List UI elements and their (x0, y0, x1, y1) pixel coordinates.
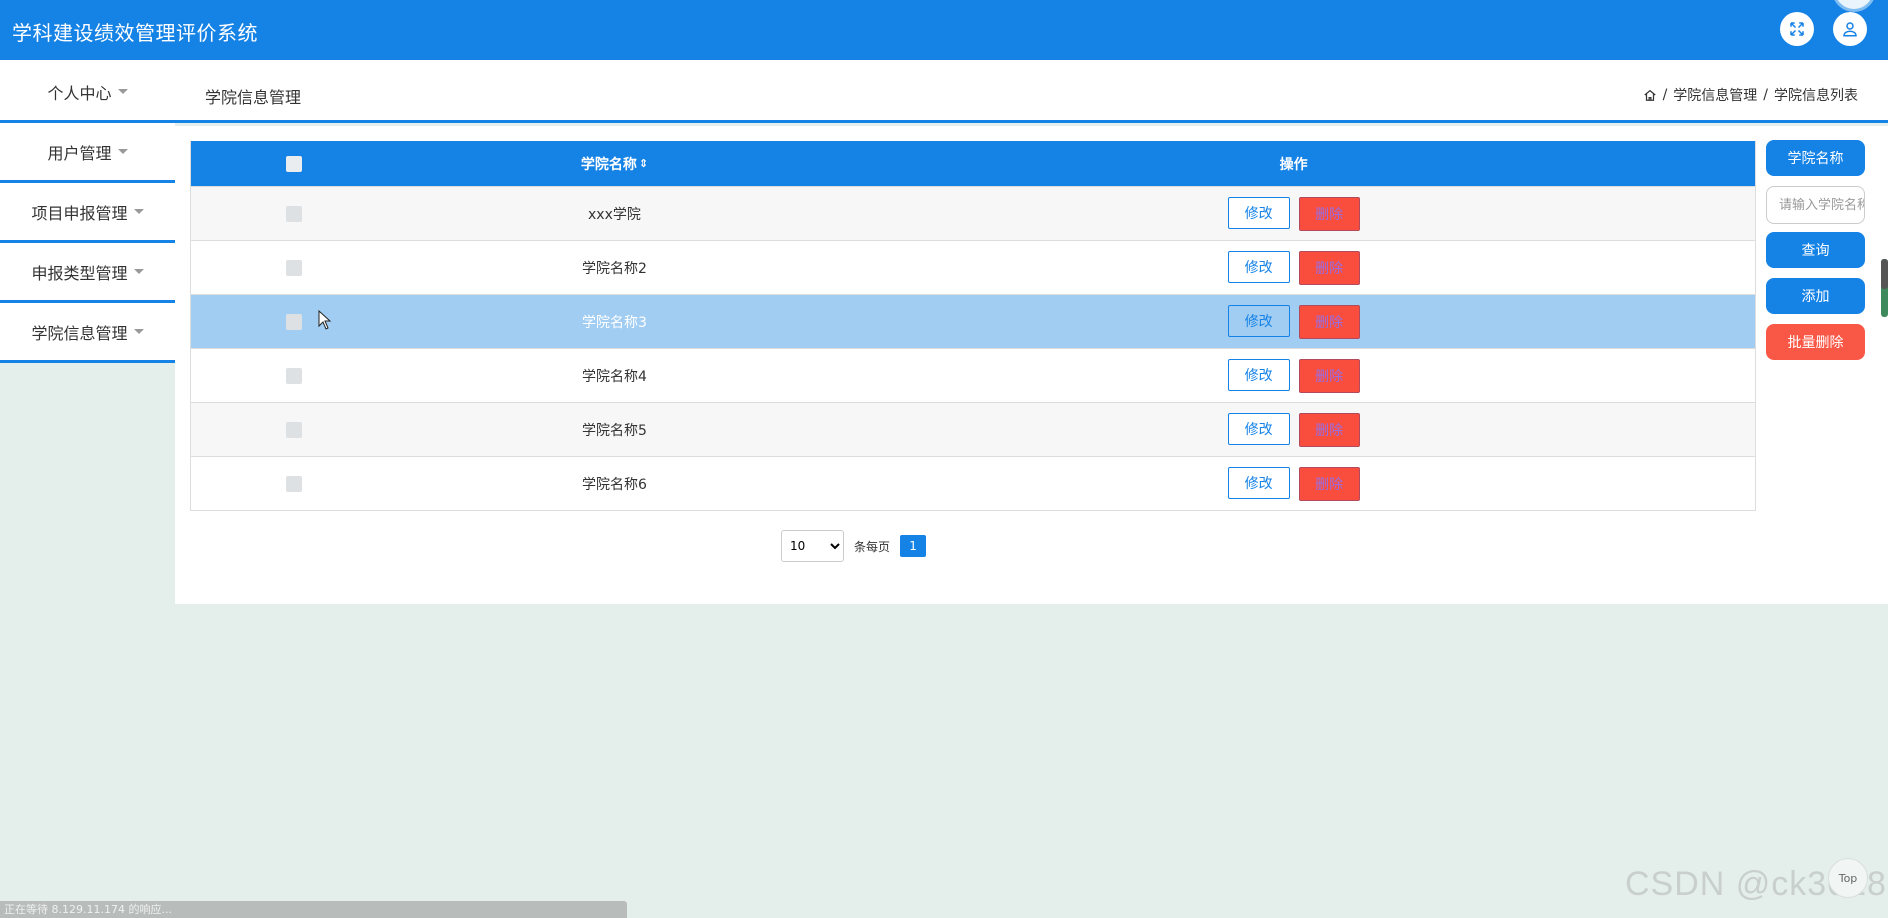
row-checkbox[interactable] (285, 259, 302, 276)
fullscreen-icon (1790, 22, 1804, 36)
edit-button[interactable]: 修改 (1227, 358, 1290, 391)
pagination: 10 条每页 1 (781, 530, 927, 562)
sidebar: 个人中心 用户管理 项目申报管理 申报类型管理 学院信息管理 (0, 60, 175, 363)
sidebar-item-label: 申报类型管理 (31, 263, 128, 283)
delete-button[interactable]: 删除 (1298, 358, 1360, 393)
page-scrollbar[interactable] (1881, 259, 1888, 317)
sub-header: 学院信息管理 / 学院信息管理 / 学院信息列表 (0, 60, 1888, 123)
edit-button[interactable]: 修改 (1227, 250, 1290, 283)
breadcrumb-item-college-management[interactable]: 学院信息管理 (1673, 85, 1757, 105)
college-table: 学院名称 ⇕ 操作 xxx学院 修改 删除 学院名称2 修改 删除 学院名称3 修… (190, 141, 1756, 511)
browser-status-bar: 正在等待 8.129.11.174 的响应... (0, 901, 627, 918)
row-checkbox[interactable] (285, 313, 302, 330)
row-checkbox[interactable] (285, 421, 302, 438)
table-row: 学院名称6 修改 删除 (191, 456, 1755, 510)
breadcrumb-separator: / (1763, 87, 1768, 103)
table-row: 学院名称5 修改 删除 (191, 402, 1755, 456)
table-row: xxx学院 修改 删除 (191, 186, 1755, 240)
delete-button[interactable]: 删除 (1298, 196, 1360, 231)
college-name-cell: 学院名称4 (581, 368, 647, 385)
top-header: 学科建设绩效管理评价系统 (0, 0, 1888, 60)
row-checkbox[interactable] (285, 367, 302, 384)
column-header-actions: 操作 (1279, 156, 1308, 173)
college-name-cell: 学院名称6 (581, 476, 647, 493)
breadcrumb-item-college-list: 学院信息列表 (1774, 88, 1858, 104)
page-size-select[interactable]: 10 (781, 530, 844, 562)
delete-button[interactable]: 删除 (1298, 466, 1360, 501)
mouse-cursor-icon (318, 310, 332, 330)
main-content: 学院名称 ⇕ 操作 xxx学院 修改 删除 学院名称2 修改 删除 学院名称3 修… (175, 126, 1888, 604)
breadcrumb-separator: / (1662, 87, 1668, 103)
home-icon[interactable] (1643, 88, 1657, 102)
college-name-cell: xxx学院 (588, 206, 641, 223)
edit-button[interactable]: 修改 (1227, 196, 1290, 229)
add-button[interactable]: 添加 (1766, 278, 1865, 314)
fullscreen-button[interactable] (1780, 12, 1814, 46)
batch-delete-button[interactable]: 批量删除 (1766, 324, 1865, 360)
row-checkbox[interactable] (285, 475, 302, 492)
user-icon (1843, 22, 1857, 37)
select-all-checkbox[interactable] (285, 155, 302, 172)
sidebar-item-label: 用户管理 (47, 143, 112, 163)
app-title: 学科建设绩效管理评价系统 (12, 21, 258, 45)
sidebar-item-college-info[interactable]: 学院信息管理 (0, 303, 175, 363)
edit-button[interactable]: 修改 (1227, 412, 1290, 445)
edit-button[interactable]: 修改 (1227, 304, 1290, 337)
sidebar-item-project-application[interactable]: 项目申报管理 (0, 183, 175, 243)
page-title: 学院信息管理 (205, 88, 302, 107)
caret-down-icon (133, 209, 144, 214)
college-name-cell: 学院名称2 (581, 260, 647, 277)
search-field-label: 学院名称 (1766, 140, 1865, 176)
column-header-name[interactable]: 学院名称 ⇕ (397, 154, 832, 174)
search-panel: 学院名称 查询 添加 批量删除 (1766, 140, 1865, 370)
sidebar-item-label: 项目申报管理 (31, 203, 128, 223)
caret-down-icon (117, 89, 128, 94)
sidebar-item-label: 学院信息管理 (31, 323, 128, 343)
caret-down-icon (133, 269, 144, 274)
edit-button[interactable]: 修改 (1227, 466, 1290, 499)
breadcrumb: / 学院信息管理 / 学院信息列表 (1643, 85, 1858, 105)
college-name-search-input[interactable] (1766, 186, 1865, 224)
per-page-label: 条每页 (854, 539, 891, 554)
delete-button[interactable]: 删除 (1298, 250, 1360, 285)
college-name-cell: 学院名称3 (581, 314, 647, 331)
sidebar-item-user-management[interactable]: 用户管理 (0, 123, 175, 183)
query-button[interactable]: 查询 (1766, 232, 1865, 268)
back-to-top-button[interactable]: Top (1828, 858, 1868, 898)
caret-down-icon (133, 329, 144, 334)
table-header: 学院名称 ⇕ 操作 (191, 141, 1755, 186)
page-button-current[interactable]: 1 (900, 535, 927, 557)
delete-button[interactable]: 删除 (1298, 412, 1360, 447)
delete-button[interactable]: 删除 (1298, 304, 1360, 339)
table-row: 学院名称3 修改 删除 (191, 294, 1755, 348)
sidebar-item-application-type[interactable]: 申报类型管理 (0, 243, 175, 303)
caret-down-icon (117, 149, 128, 154)
user-button[interactable] (1833, 12, 1867, 46)
table-row: 学院名称4 修改 删除 (191, 348, 1755, 402)
table-row: 学院名称2 修改 删除 (191, 240, 1755, 294)
row-checkbox[interactable] (285, 205, 302, 222)
header-avatar-ring (1832, 0, 1876, 12)
college-name-cell: 学院名称5 (581, 422, 647, 439)
sidebar-item-label: 个人中心 (47, 83, 112, 103)
sort-icon[interactable]: ⇕ (639, 157, 648, 170)
sidebar-item-personal-center[interactable]: 个人中心 (0, 60, 175, 123)
